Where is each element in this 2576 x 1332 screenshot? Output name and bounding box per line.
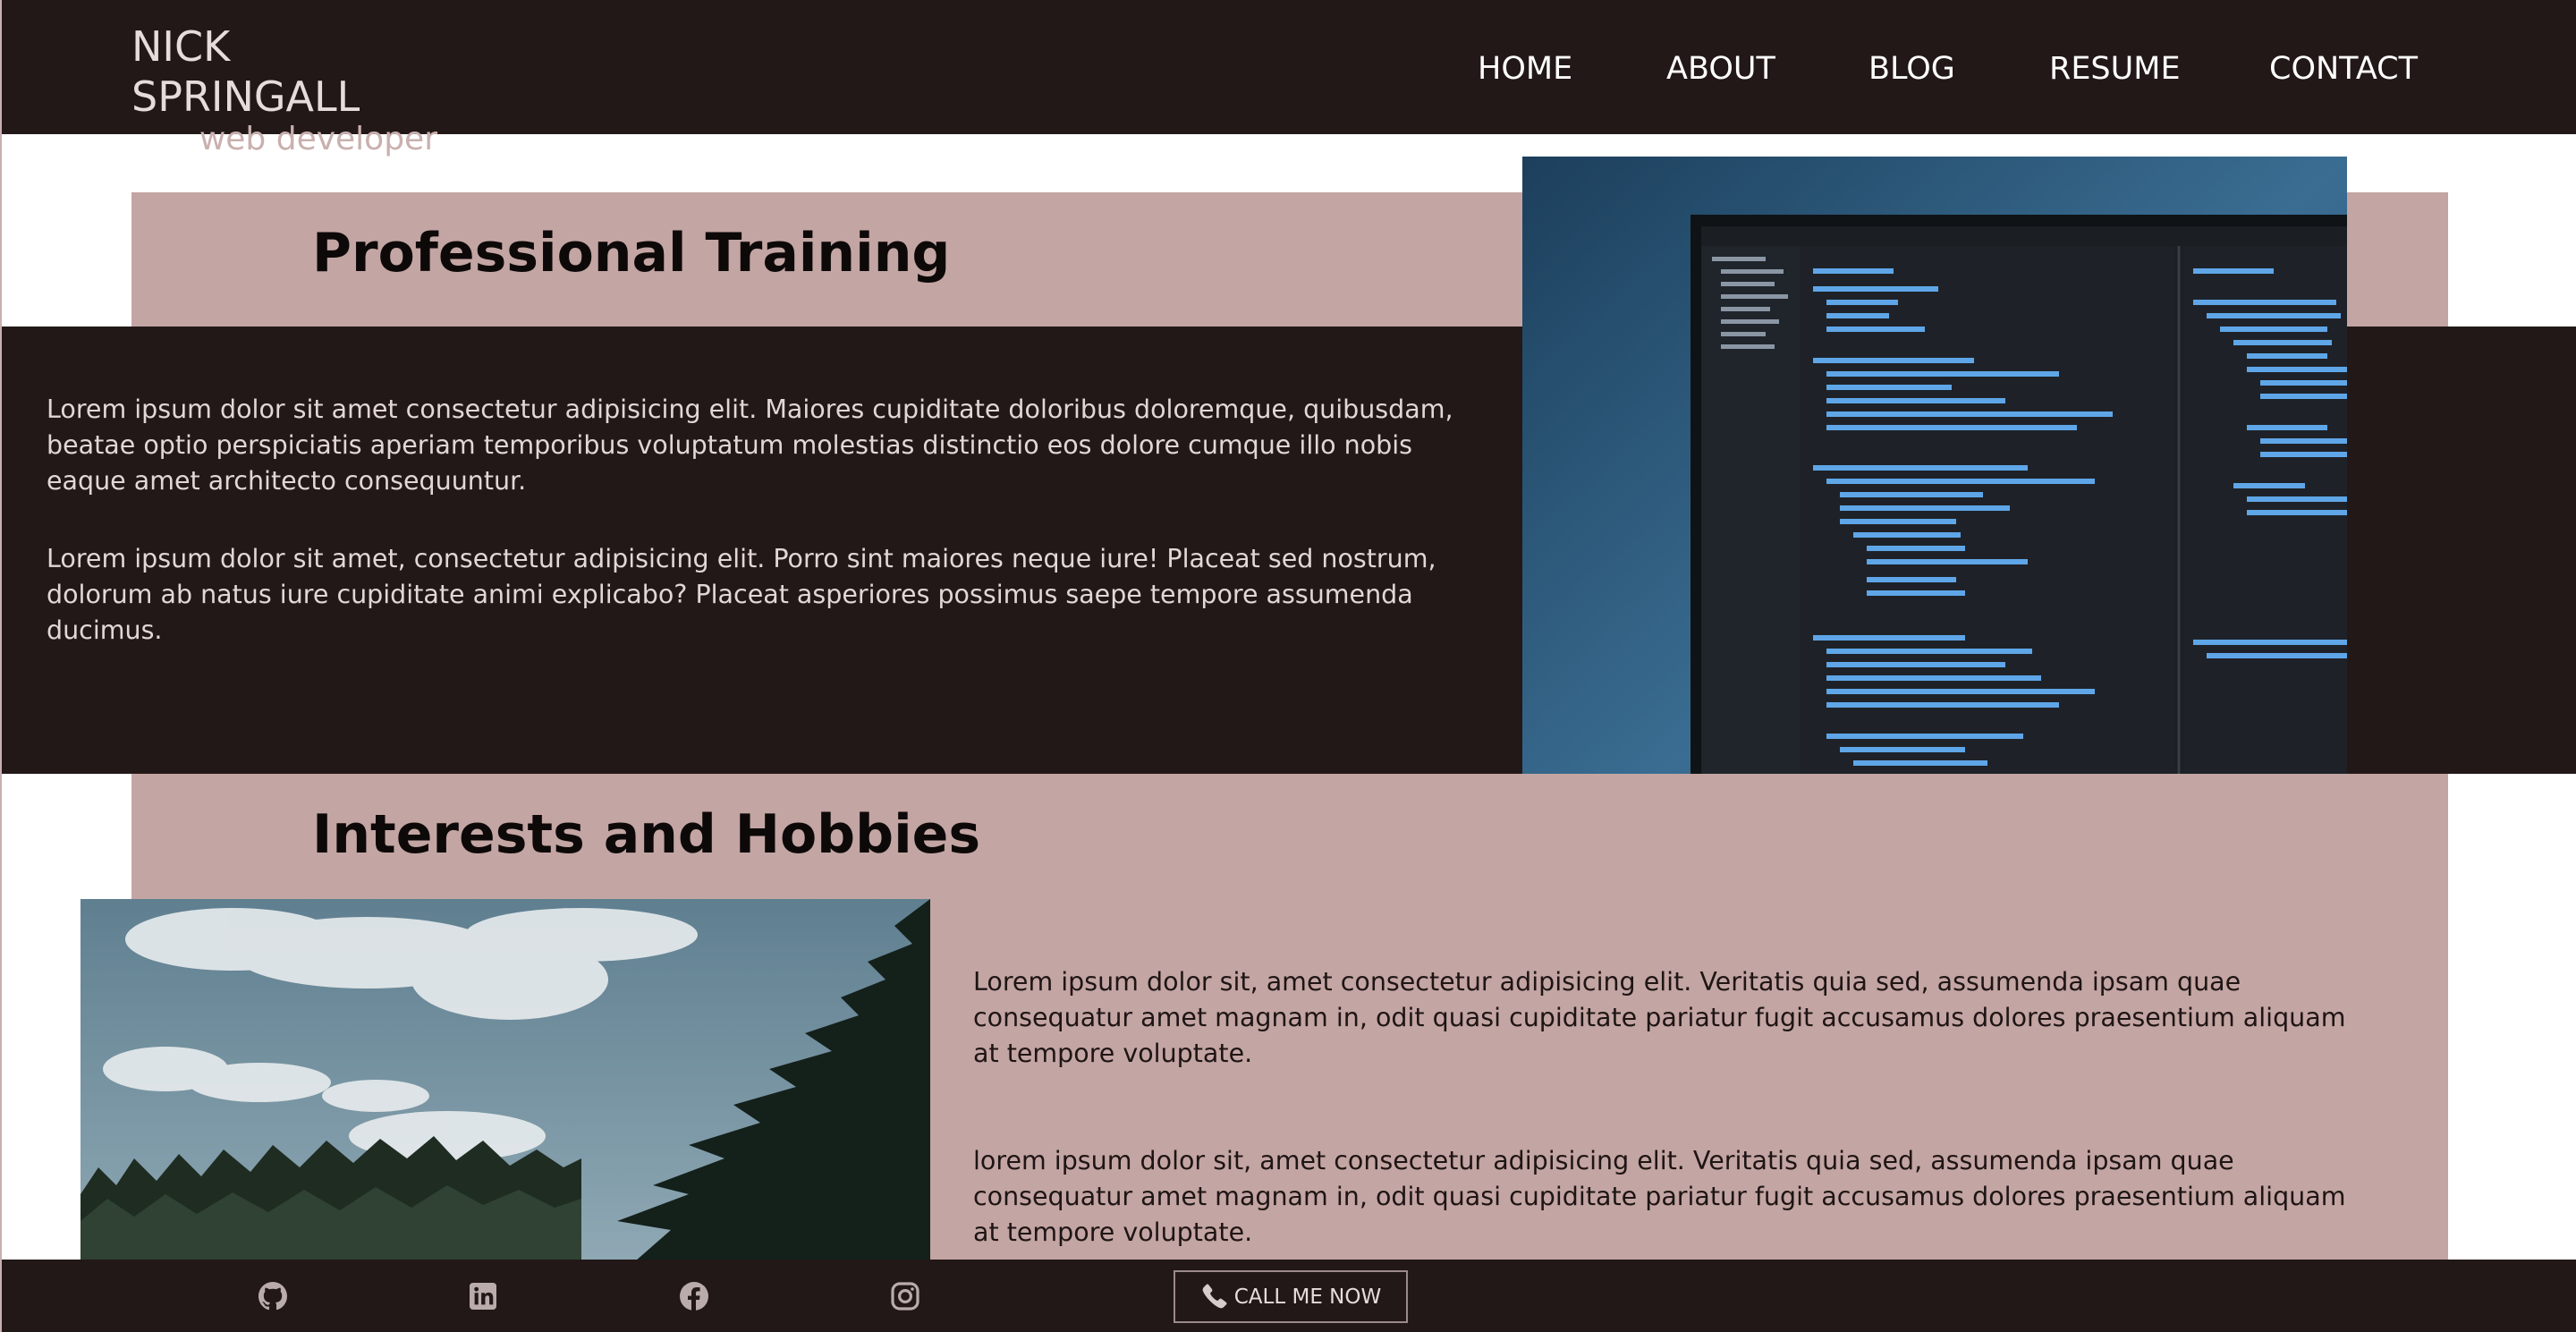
facebook-icon[interactable] [679, 1281, 709, 1311]
main-nav: HOME ABOUT BLOG RESUME CONTACT [2, 47, 2576, 91]
brand-tagline: web developer [199, 121, 437, 157]
training-paragraph-2: Lorem ipsum dolor sit amet, consectetur … [47, 544, 1436, 645]
site-footer: CALL ME NOW [2, 1260, 2576, 1332]
landscape-photo [80, 899, 930, 1261]
linkedin-icon[interactable] [468, 1281, 498, 1311]
nav-resume[interactable]: RESUME [2049, 47, 2181, 91]
nav-home[interactable]: HOME [1478, 47, 1572, 91]
training-paragraph-1: Lorem ipsum dolor sit amet consectetur a… [47, 395, 1453, 496]
nav-contact[interactable]: CONTACT [2269, 47, 2418, 91]
nav-blog[interactable]: BLOG [1868, 47, 1955, 91]
site-header: NICK SPRINGALL web developer HOME ABOUT … [2, 0, 2576, 157]
nav-about[interactable]: ABOUT [1666, 47, 1775, 91]
hobbies-title: Interests and Hobbies [312, 803, 981, 866]
call-me-label: CALL ME NOW [1233, 1285, 1382, 1309]
call-me-button[interactable]: CALL ME NOW [1174, 1270, 1408, 1323]
instagram-icon[interactable] [890, 1281, 920, 1311]
hobbies-paragraph-2: lorem ipsum dolor sit, amet consectetur … [973, 1146, 2346, 1247]
hobbies-paragraph-1: Lorem ipsum dolor sit, amet consectetur … [973, 967, 2346, 1068]
github-icon[interactable] [258, 1281, 288, 1311]
phone-icon [1200, 1284, 1227, 1311]
training-title: Professional Training [312, 222, 951, 284]
